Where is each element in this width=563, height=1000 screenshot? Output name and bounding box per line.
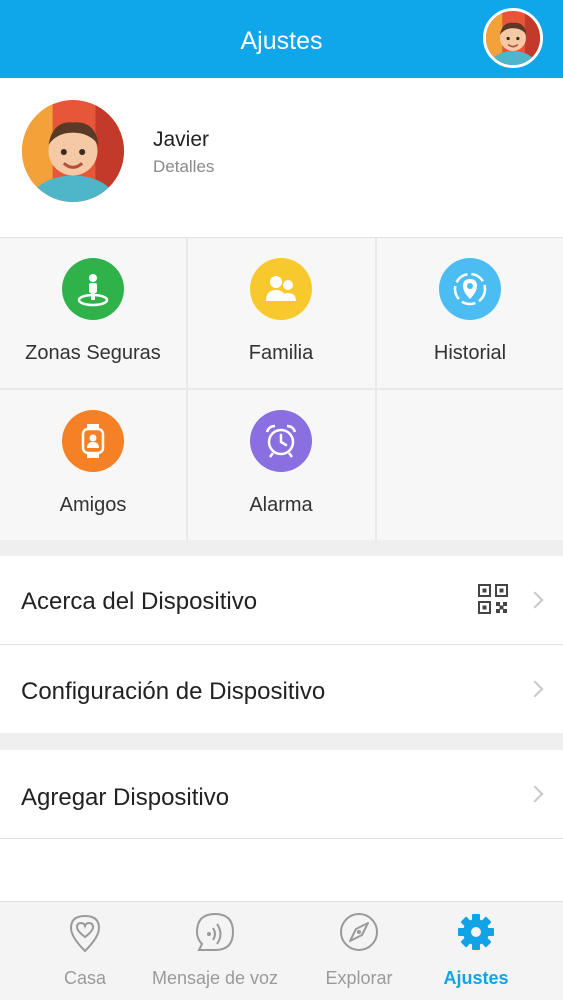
tab-label: Explorar [325,968,393,988]
menu-label: Agregar Dispositivo [21,784,230,811]
chevron-right-icon [526,680,544,698]
menu-about-device[interactable]: Acerca del Dispositivo [0,556,563,644]
feature-label: Historial [433,342,507,364]
feature-label: Zonas Seguras [25,342,161,364]
profile-name: Javier [153,128,210,151]
profile-section[interactable]: Javier Detalles [0,78,563,238]
heart-pin-icon [69,914,101,953]
menu-device-settings[interactable]: Configuración de Dispositivo [0,645,563,733]
feature-label: Amigos [59,494,127,516]
top-bar: Ajustes [0,0,563,78]
menu-label: Configuración de Dispositivo [21,678,326,705]
chevron-right-icon [526,785,544,803]
feature-label: Alarma [249,494,313,516]
header-avatar[interactable] [483,8,543,68]
grid-divider [0,388,563,390]
feature-historial[interactable]: Historial [377,238,563,388]
feature-alarma[interactable]: Alarma [188,390,374,540]
gear-icon [458,914,494,950]
tab-label: Ajustes [443,968,509,988]
menu-add-device[interactable]: Agregar Dispositivo [0,750,563,838]
tab-mensaje-de-voz[interactable]: Mensaje de voz [140,902,290,1000]
tab-label: Mensaje de voz [151,968,279,988]
qr-code-icon[interactable] [477,583,509,615]
family-icon [250,258,312,320]
feature-grid: Zonas Seguras Familia Historial Amigos A… [0,238,563,540]
section-separator [0,540,563,556]
tab-explorar[interactable]: Explorar [305,902,413,1000]
child-avatar-icon [22,100,124,202]
tab-casa[interactable]: Casa [30,902,140,1000]
profile-details-link[interactable]: Detalles [153,157,214,177]
tab-ajustes[interactable]: Ajustes [426,902,526,1000]
feature-amigos[interactable]: Amigos [0,390,186,540]
watch-friend-icon [62,410,124,472]
section-separator [0,733,563,750]
feature-label: Familia [248,342,314,364]
compass-icon [340,913,378,951]
alarm-clock-icon [250,410,312,472]
chevron-right-icon [526,591,544,609]
feature-zonas-seguras[interactable]: Zonas Seguras [0,238,186,388]
menu-label: Acerca del Dispositivo [21,588,258,615]
feature-familia[interactable]: Familia [188,238,374,388]
page-title: Ajustes [240,27,323,55]
row-divider [0,838,563,839]
child-avatar-icon [486,11,540,65]
bottom-tab-bar: Casa Mensaje de voz Explorar Ajustes [0,901,563,1000]
profile-avatar[interactable] [22,100,124,202]
history-map-icon [439,258,501,320]
voice-message-icon [195,912,235,951]
tab-label: Casa [63,968,107,988]
location-pin-icon [62,258,124,320]
